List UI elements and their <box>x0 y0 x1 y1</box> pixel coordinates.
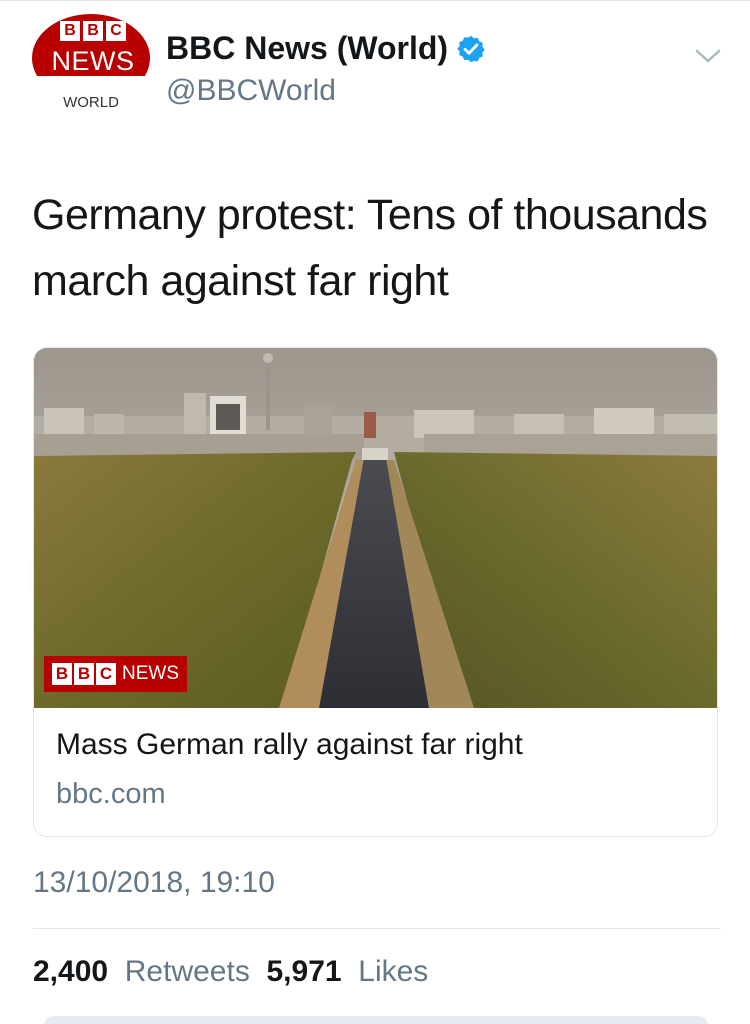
bbc-news-watermark: B B C NEWS <box>44 656 187 692</box>
retweets-stat[interactable]: 2,400 Retweets <box>33 955 267 989</box>
link-card[interactable]: B B C NEWS Mass German rally against far… <box>33 347 718 837</box>
bbc-block-b2: B <box>83 21 103 41</box>
card-image[interactable] <box>34 348 718 708</box>
bbc-block-b1: B <box>60 21 80 41</box>
tweet-text: Germany protest: Tens of thousands march… <box>32 191 708 305</box>
tweet-detail: B B C NEWS WORLD BBC News (World) @BBCWo… <box>0 0 750 1024</box>
card-title[interactable]: Mass German rally against far right <box>56 728 523 762</box>
display-name[interactable]: BBC News (World) <box>166 30 486 67</box>
divider <box>33 928 721 929</box>
watermark-letter-b1: B <box>52 663 72 685</box>
logo-world-word: WORLD <box>63 94 119 111</box>
bbc-block-c: C <box>106 21 126 41</box>
next-panel-edge <box>44 1016 708 1024</box>
card-domain: bbc.com <box>56 778 166 810</box>
avatar[interactable]: B B C NEWS WORLD <box>30 14 152 112</box>
watermark-letter-c: C <box>96 663 116 685</box>
chevron-down-icon[interactable] <box>694 46 722 66</box>
engagement-stats: 2,400 Retweets 5,971 Likes <box>33 955 428 989</box>
watermark-news-word: NEWS <box>122 663 179 684</box>
likes-stat[interactable]: 5,971 Likes <box>267 955 429 989</box>
watermark-letter-b2: B <box>74 663 94 685</box>
likes-label: Likes <box>358 955 429 988</box>
retweets-label: Retweets <box>124 955 250 988</box>
display-name-text: BBC News (World) <box>166 30 449 66</box>
logo-news-word: NEWS <box>51 46 135 76</box>
likes-count: 5,971 <box>266 955 342 988</box>
tweet-timestamp: 13/10/2018, 19:10 <box>33 866 275 899</box>
bbc-blocks-logo: B B C <box>60 21 126 41</box>
top-divider <box>0 0 750 1</box>
verified-badge-icon <box>457 35 485 62</box>
retweets-count: 2,400 <box>33 955 109 988</box>
account-handle[interactable]: @BBCWorld <box>166 74 336 108</box>
